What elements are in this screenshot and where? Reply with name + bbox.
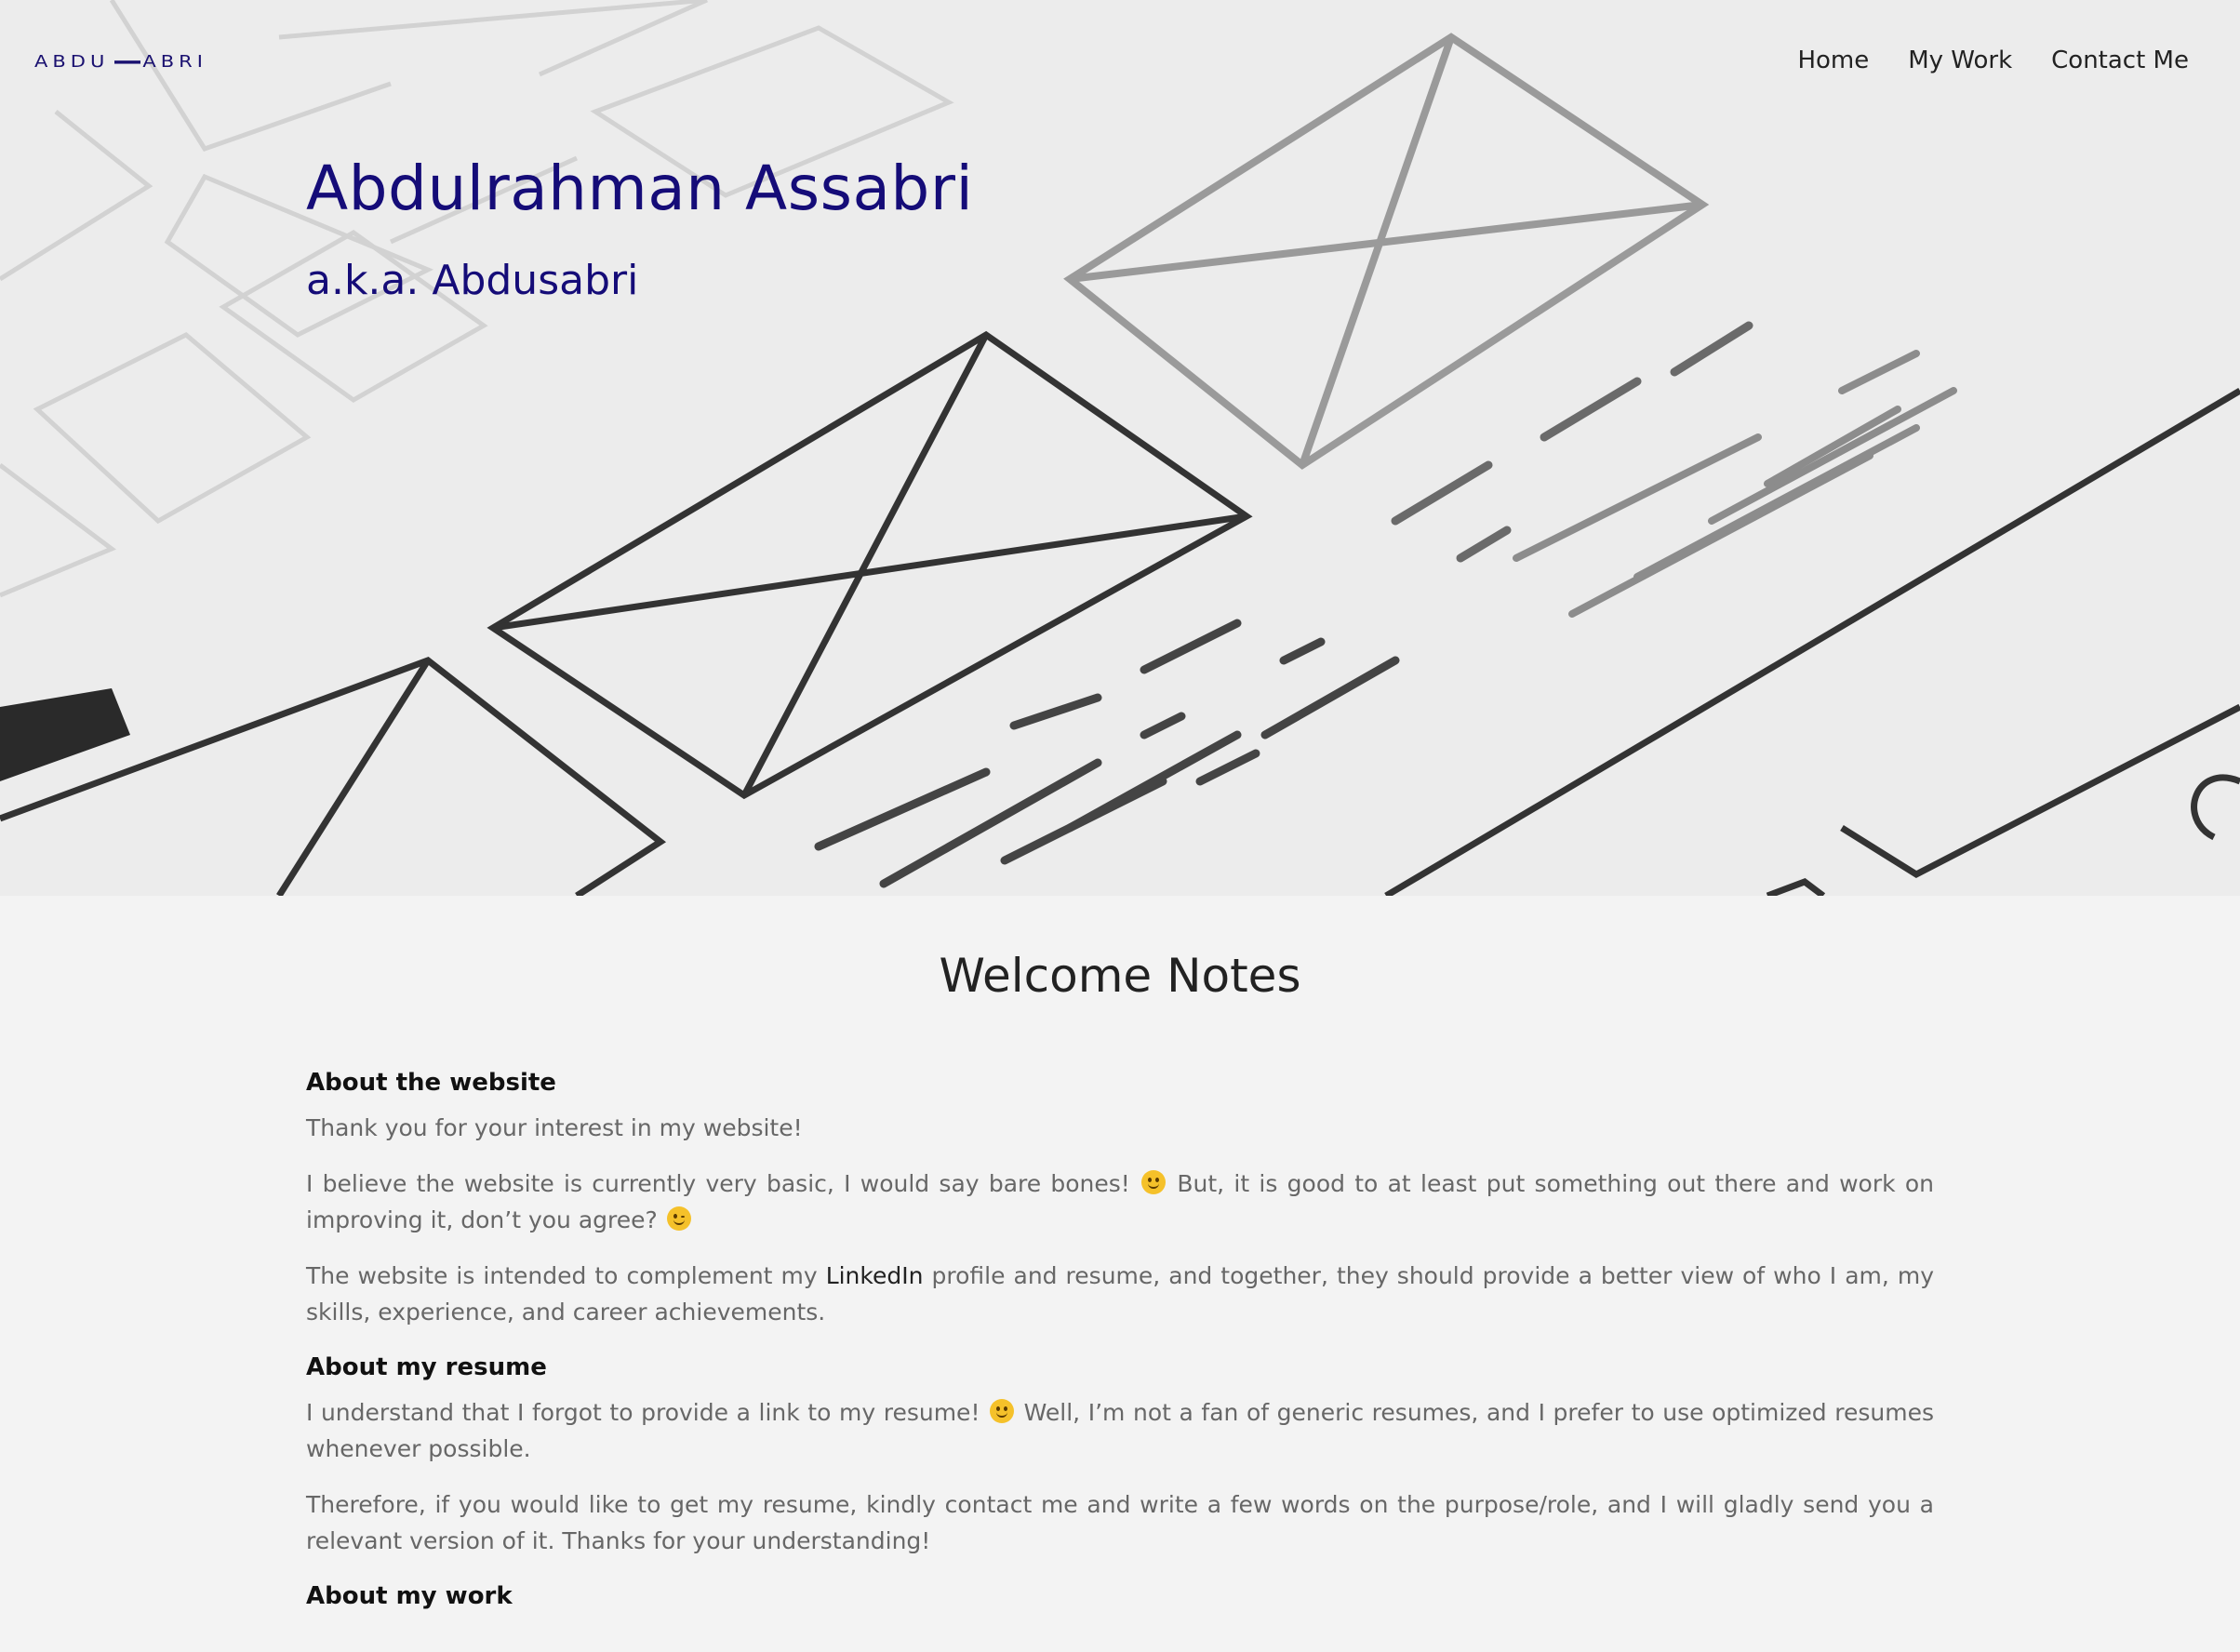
paragraph-text: Thank you for your interest in my websit… [306,1114,803,1141]
wink-icon [666,1206,691,1231]
note-section-work: About my work [306,1579,1934,1614]
main-nav: Home My Work Contact Me [1797,47,2189,74]
nav-my-work-link[interactable]: My Work [1908,47,2012,74]
linkedin-link[interactable]: LinkedIn [826,1262,924,1289]
smile-icon [990,1399,1015,1423]
paragraph-text: The website is intended to complement my [306,1262,826,1289]
logo-text-left: ABDU [34,51,110,72]
paragraph-text: I believe the website is currently very … [306,1170,1140,1197]
paragraph-text: I understand that I forgot to provide a … [306,1399,989,1426]
note-section-website: About the website Thank you for your int… [306,1065,1934,1330]
section-heading: About the website [306,1069,556,1097]
note-section-resume: About my resume I understand that I forg… [306,1350,1934,1559]
nav-home-link[interactable]: Home [1797,47,1869,74]
section-heading: About my resume [306,1353,547,1381]
logo-s-mark [114,60,141,64]
hero-section: ABDU ABRI Home My Work Contact Me Abdulra… [0,0,2240,896]
hero-title: Abdulrahman Assabri [306,153,974,224]
site-logo[interactable]: ABDU ABRI [34,52,207,71]
nav-contact-me-link[interactable]: Contact Me [2051,47,2189,74]
paragraph-text: Therefore, if you would like to get my r… [306,1491,1934,1554]
paragraph: I believe the website is currently very … [306,1166,1934,1238]
notes-body: About the website Thank you for your int… [306,1065,1934,1623]
main-content: Welcome Notes About the website Thank yo… [0,896,2240,1652]
wireframe-sketch-background [0,0,2240,896]
paragraph: Thank you for your interest in my websit… [306,1110,1934,1146]
smile-icon [1141,1170,1167,1194]
paragraph: The website is intended to complement my… [306,1258,1934,1330]
page: ABDU ABRI Home My Work Contact Me Abdulra… [0,0,2240,1652]
paragraph: Therefore, if you would like to get my r… [306,1486,1934,1559]
logo-text-right: ABRI [142,51,207,72]
hero-subtitle: a.k.a. Abdusabri [306,257,639,304]
section-heading: About my work [306,1582,513,1610]
welcome-notes-title: Welcome Notes [939,949,1301,1003]
paragraph: I understand that I forgot to provide a … [306,1394,1934,1467]
site-header: ABDU ABRI Home My Work Contact Me [0,0,2240,130]
